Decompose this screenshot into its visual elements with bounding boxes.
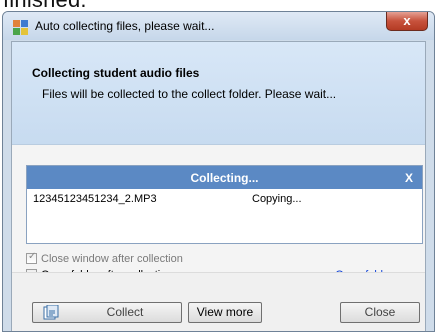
panel-title: Collecting... (190, 171, 259, 185)
panel-header: Collecting... X (27, 166, 422, 189)
file-status: Copying... (252, 193, 302, 205)
file-name: 12345123451234_2.MP3 (33, 193, 157, 205)
collect-icon (43, 305, 59, 320)
collect-button[interactable]: Collect (32, 302, 182, 323)
app-icon (13, 20, 28, 35)
page-title: Collecting student audio files (32, 66, 200, 80)
collect-button-label: Collect (106, 305, 144, 319)
view-more-button[interactable]: View more (188, 302, 262, 323)
close-button[interactable]: Close (340, 302, 420, 323)
window-close-button[interactable]: x (386, 12, 428, 31)
header-area: Collecting student audio files Files wil… (12, 42, 425, 145)
dialog-body: Collecting student audio files Files wil… (11, 41, 426, 331)
dialog-window: Auto collecting files, please wait... x … (2, 11, 435, 332)
titlebar: Auto collecting files, please wait... x (3, 12, 434, 40)
header-subtext: Files will be collected to the collect f… (42, 87, 337, 101)
list-item: 12345123451234_2.MP3 Copying... (27, 193, 422, 209)
close-after-label: Close window after collection (41, 253, 183, 265)
collecting-panel: Collecting... X 12345123451234_2.MP3 Cop… (26, 165, 423, 244)
close-after-option: Close window after collection (26, 251, 183, 265)
window-title: Auto collecting files, please wait... (35, 19, 215, 33)
panel-close-button[interactable]: X (405, 171, 413, 185)
close-after-checkbox[interactable] (26, 251, 37, 264)
